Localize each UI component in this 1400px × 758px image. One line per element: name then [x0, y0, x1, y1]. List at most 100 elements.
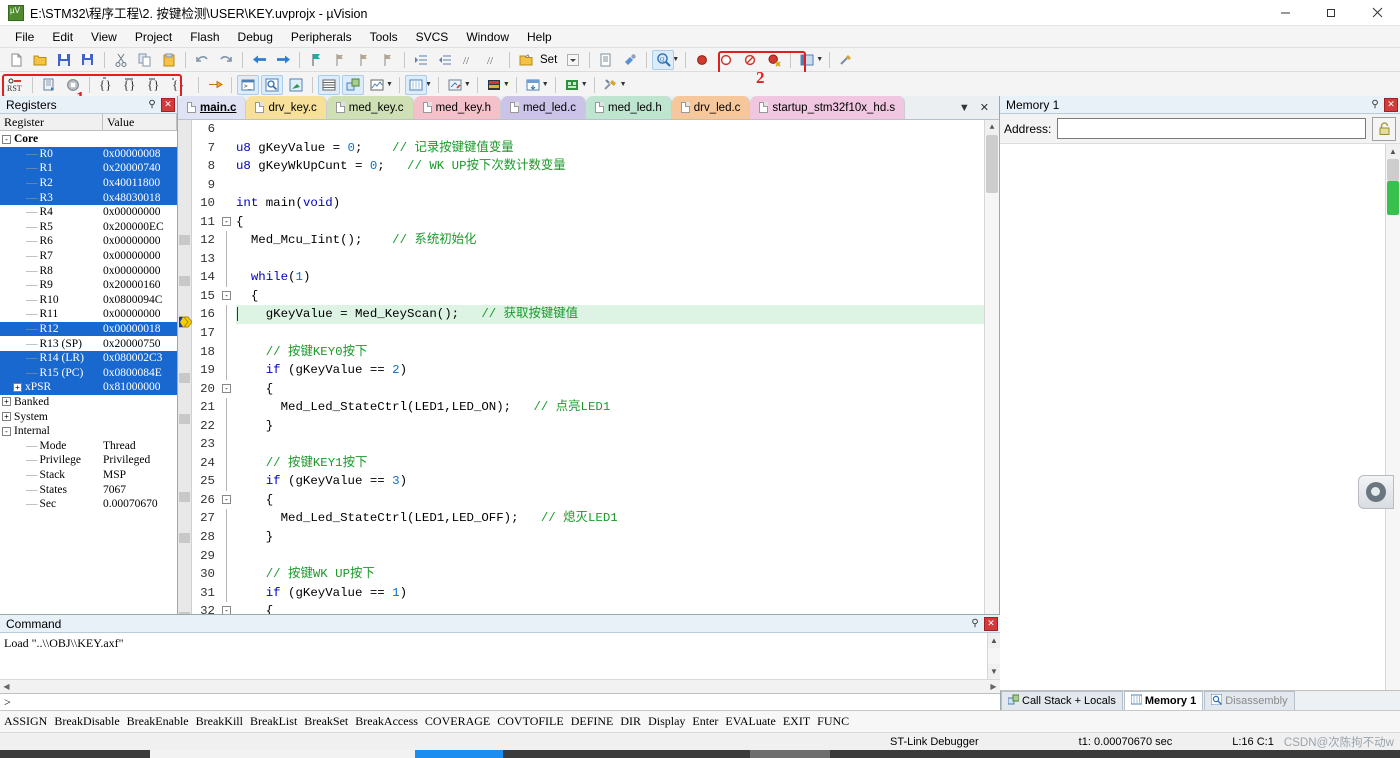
- analysis-icon[interactable]: [483, 75, 505, 95]
- breakpoint-marker[interactable]: [179, 235, 190, 246]
- configure-icon[interactable]: [619, 50, 641, 70]
- menu-window[interactable]: Window: [457, 28, 518, 46]
- fold-marker[interactable]: [220, 565, 236, 584]
- code-line[interactable]: {: [236, 491, 984, 510]
- code-line[interactable]: if (gKeyValue == 1): [236, 584, 984, 603]
- register-row[interactable]: — R12 0x00000018: [0, 321, 177, 337]
- collapse-icon[interactable]: -: [222, 383, 231, 393]
- code-line[interactable]: {: [236, 287, 984, 306]
- collapse-icon[interactable]: -: [222, 290, 231, 300]
- register-row[interactable]: - Core: [0, 132, 177, 147]
- taskbar-item-active[interactable]: [415, 750, 503, 758]
- breakpoint-slot[interactable]: [178, 295, 191, 314]
- bookmark-icon[interactable]: [305, 50, 327, 70]
- register-row[interactable]: — R2 0x40011800: [0, 175, 177, 191]
- target-options-icon[interactable]: [515, 50, 537, 70]
- register-row[interactable]: — R11 0x00000000: [0, 307, 177, 322]
- command-keyword[interactable]: COVERAGE: [425, 714, 490, 729]
- breakpoint-marker[interactable]: [179, 492, 190, 503]
- register-row[interactable]: + xPSR 0x81000000: [0, 380, 177, 395]
- editor-tab-med-led-h[interactable]: med_led.h: [586, 96, 672, 119]
- menu-view[interactable]: View: [82, 28, 126, 46]
- breakpoint-slot[interactable]: [178, 235, 191, 254]
- code-editor[interactable]: 6 7 8 9 10 11 12 13 14 15 16 17 18 19 20 21 22 23 24 25 26 27…: [178, 120, 999, 695]
- fold-marker[interactable]: [220, 509, 236, 529]
- code-line[interactable]: u8 gKeyValue = 0; // 记录按键键值变量: [236, 139, 984, 158]
- register-row[interactable]: — R7 0x00000000: [0, 249, 177, 264]
- code-line[interactable]: gKeyValue = Med_KeyScan(); // 获取按键键值: [236, 305, 984, 325]
- insert-breakpoint-icon[interactable]: [691, 50, 713, 70]
- register-row[interactable]: — R5 0x200000EC: [0, 220, 177, 235]
- code-line[interactable]: [236, 547, 984, 566]
- breakpoint-slot[interactable]: [178, 552, 191, 571]
- watch-icon[interactable]: [366, 75, 388, 95]
- command-output-area[interactable]: Load "..\\OBJ\\KEY.axf" ▲ ▼: [0, 633, 1000, 679]
- redo-icon[interactable]: [215, 50, 237, 70]
- fold-marker[interactable]: -: [220, 380, 236, 399]
- tools-icon[interactable]: [835, 50, 857, 70]
- fold-marker[interactable]: -: [220, 213, 236, 232]
- register-row[interactable]: — R9 0x20000160: [0, 278, 177, 293]
- scroll-track[interactable]: [985, 135, 999, 680]
- bookmark-clear-icon[interactable]: [377, 50, 399, 70]
- code-line[interactable]: [236, 176, 984, 195]
- serial-window-icon[interactable]: [444, 75, 466, 95]
- taskbar-item[interactable]: [750, 750, 830, 758]
- breakpoint-gutter[interactable]: [178, 120, 192, 695]
- fold-marker[interactable]: [220, 342, 236, 362]
- registers-icon[interactable]: [318, 74, 340, 95]
- open-folder-icon[interactable]: [29, 50, 51, 70]
- register-row[interactable]: — R14 (LR) 0x080002C3: [0, 350, 177, 366]
- scroll-up-icon[interactable]: ▲: [988, 633, 1000, 648]
- scroll-track[interactable]: [988, 648, 1000, 664]
- command-keyword[interactable]: BreakSet: [304, 714, 348, 729]
- collapse-icon[interactable]: -: [2, 134, 11, 144]
- close-icon[interactable]: ✕: [984, 616, 998, 631]
- fold-marker[interactable]: [220, 324, 236, 343]
- command-keyword[interactable]: DEFINE: [571, 714, 614, 729]
- chevron-down-icon[interactable]: ▼: [959, 102, 970, 114]
- code-line[interactable]: [236, 250, 984, 269]
- scroll-thumb[interactable]: [986, 135, 998, 193]
- fold-marker[interactable]: [220, 268, 236, 287]
- code-line[interactable]: while(1): [236, 268, 984, 287]
- code-line[interactable]: {: [236, 380, 984, 399]
- breakpoint-slot[interactable]: [178, 373, 191, 392]
- breakpoint-slot[interactable]: [178, 276, 191, 295]
- editor-vertical-scrollbar[interactable]: ▲ ▼: [984, 120, 999, 695]
- breakpoint-slot[interactable]: [178, 533, 191, 552]
- step-over-icon[interactable]: {}: [119, 75, 141, 95]
- breakpoint-marker[interactable]: [179, 414, 190, 425]
- register-row[interactable]: — R8 0x00000000: [0, 263, 177, 278]
- open-file-list-icon[interactable]: [595, 50, 617, 70]
- expand-icon[interactable]: +: [13, 382, 22, 392]
- menu-svcs[interactable]: SVCS: [407, 28, 458, 46]
- minimize-button[interactable]: [1262, 0, 1308, 26]
- breakpoint-slot[interactable]: [178, 254, 191, 273]
- register-row[interactable]: — R10 0x0800094C: [0, 293, 177, 308]
- breakpoint-slot[interactable]: [178, 332, 191, 351]
- editor-tab-med-key-c[interactable]: med_key.c: [326, 96, 414, 119]
- code-text-area[interactable]: u8 gKeyValue = 0; // 记录按键键值变量 u8 gKeyWkUp…: [236, 120, 984, 695]
- breakpoint-slot[interactable]: [178, 589, 191, 608]
- comment-icon[interactable]: //: [458, 50, 480, 70]
- register-row[interactable]: — R4 0x00000000: [0, 205, 177, 220]
- step-into-icon[interactable]: {}: [95, 75, 117, 95]
- register-row[interactable]: — R1 0x20000740: [0, 161, 177, 176]
- breakpoint-slot[interactable]: [178, 571, 191, 590]
- register-row[interactable]: + System: [0, 409, 177, 424]
- scroll-up-icon[interactable]: ▲: [985, 120, 999, 135]
- code-line[interactable]: [236, 120, 984, 139]
- register-row[interactable]: — R6 0x00000000: [0, 234, 177, 249]
- code-line[interactable]: Med_Led_StateCtrl(LED1,LED_OFF); // 熄灭LE…: [236, 509, 984, 528]
- step-out-icon[interactable]: {}: [143, 75, 165, 95]
- register-row[interactable]: — Sec 0.00070670: [0, 497, 177, 512]
- fold-marker[interactable]: -: [220, 491, 236, 510]
- scroll-track[interactable]: [1386, 159, 1400, 710]
- code-line[interactable]: if (gKeyValue == 3): [236, 472, 984, 491]
- steam-overlay-icon[interactable]: [1358, 475, 1394, 509]
- call-stack-icon[interactable]: [342, 74, 364, 95]
- editor-tab-drv-led-c[interactable]: drv_led.c: [671, 96, 751, 119]
- breakpoint-slot[interactable]: [178, 313, 192, 332]
- command-keyword[interactable]: BreakKill: [196, 714, 243, 729]
